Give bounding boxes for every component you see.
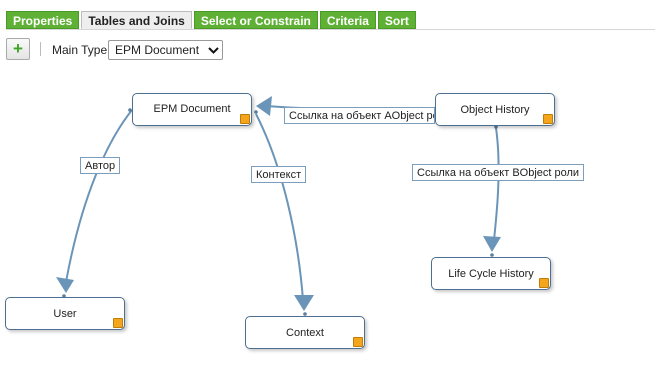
- edge-label-context[interactable]: Контекст: [251, 166, 307, 183]
- node-life-cycle-history-label: Life Cycle History: [448, 268, 534, 280]
- arrowhead-context: [294, 295, 314, 311]
- edge-author: [65, 109, 133, 283]
- node-context[interactable]: Context: [245, 316, 365, 349]
- arrowhead-life-cycle-history: [483, 236, 501, 252]
- resize-handle-icon[interactable]: [240, 114, 250, 124]
- resize-handle-icon[interactable]: [539, 278, 549, 288]
- resize-handle-icon[interactable]: [353, 337, 363, 347]
- edge-label-author[interactable]: Автор: [80, 157, 121, 174]
- edge-context: [255, 113, 304, 301]
- node-context-label: Context: [286, 327, 324, 339]
- node-life-cycle-history[interactable]: Life Cycle History: [431, 257, 551, 290]
- node-epm-document[interactable]: EPM Document: [132, 93, 252, 126]
- edge-label-aobject[interactable]: Ссылка на объект AObject роли: [284, 107, 435, 124]
- resize-handle-icon[interactable]: [543, 114, 553, 124]
- node-epm-document-label: EPM Document: [153, 103, 231, 115]
- resize-handle-icon[interactable]: [113, 318, 123, 328]
- node-user-label: User: [53, 308, 77, 320]
- node-object-history-label: Object History: [460, 104, 530, 116]
- node-user[interactable]: User: [5, 297, 125, 330]
- arrowhead-user: [56, 277, 74, 293]
- edge-bobject: [493, 127, 500, 241]
- node-object-history[interactable]: Object History: [435, 93, 555, 126]
- arrowhead-epm-document: [256, 96, 272, 116]
- edge-label-bobject[interactable]: Ссылка на объект BObject роли: [412, 164, 585, 181]
